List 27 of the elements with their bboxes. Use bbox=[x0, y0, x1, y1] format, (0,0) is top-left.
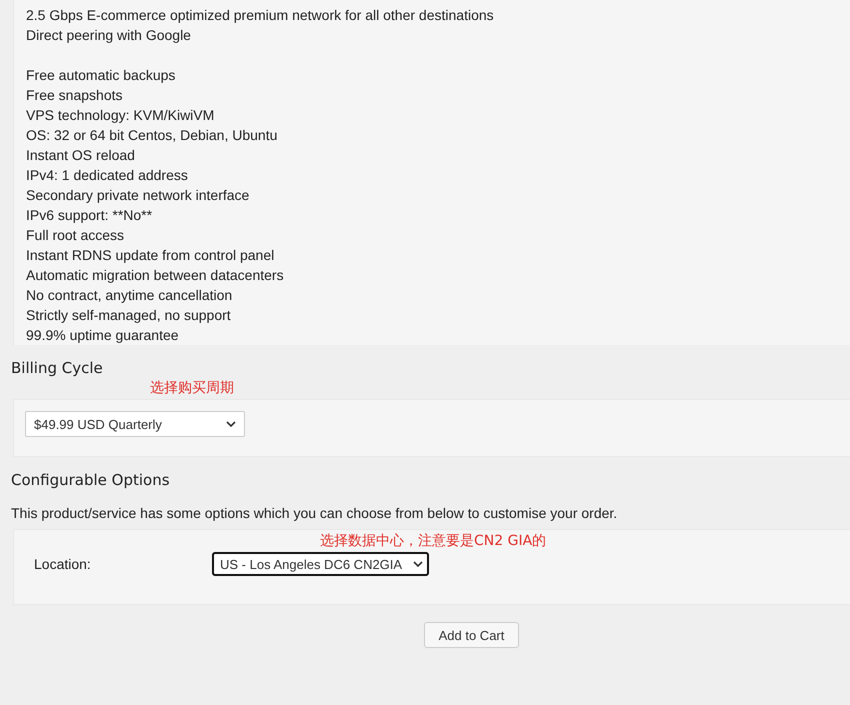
add-to-cart-button[interactable]: Add to Cart bbox=[424, 622, 519, 648]
feature-text: No contract, anytime cancellation bbox=[26, 286, 234, 305]
feature-text: VPS technology: KVM/KiwiVM bbox=[26, 106, 216, 125]
feature-text: OS: 32 or 64 bit Centos, Debian, Ubuntu bbox=[26, 126, 278, 145]
feature-text: Full root access bbox=[26, 226, 126, 245]
feature-text: Free snapshots bbox=[26, 86, 124, 105]
billing-cycle-select[interactable]: $49.99 USD Quarterly bbox=[25, 411, 245, 437]
feature-text: Free automatic backups bbox=[26, 66, 176, 85]
feature-text: 2.5 Gbps E-commerce optimized premium network for all other destinations bbox=[26, 6, 495, 25]
description-text: This product/service has some options which you can choose from below to customise your order. bbox=[11, 505, 618, 523]
feature-text: Instant RDNS update from control panel bbox=[26, 246, 276, 265]
feature-text: Automatic migration between datacenters bbox=[26, 266, 285, 285]
feature-text: Direct peering with Google bbox=[26, 26, 192, 45]
chevron-icon bbox=[413, 561, 423, 567]
feature-text: IPv4: 1 dedicated address bbox=[26, 166, 189, 185]
feature-text: IPv6 support: **No** bbox=[26, 206, 154, 225]
section-heading: Billing Cycle bbox=[11, 359, 104, 379]
annotation-text: 选择购买周期 bbox=[150, 380, 234, 396]
field-label: Location: bbox=[34, 556, 92, 572]
location-select[interactable]: US - Los Angeles DC6 CN2GIA bbox=[212, 552, 429, 576]
annotation-text: 选择数据中心，注意要是CN2 GIA的 bbox=[320, 532, 546, 550]
feature-text: Secondary private network interface bbox=[26, 186, 250, 205]
feature-text: 99.9% uptime guarantee bbox=[26, 326, 180, 345]
chevron-icon bbox=[226, 421, 236, 427]
feature-text: Instant OS reload bbox=[26, 146, 136, 165]
section-heading: Configurable Options bbox=[11, 471, 171, 491]
feature-text: Strictly self-managed, no support bbox=[26, 306, 232, 325]
